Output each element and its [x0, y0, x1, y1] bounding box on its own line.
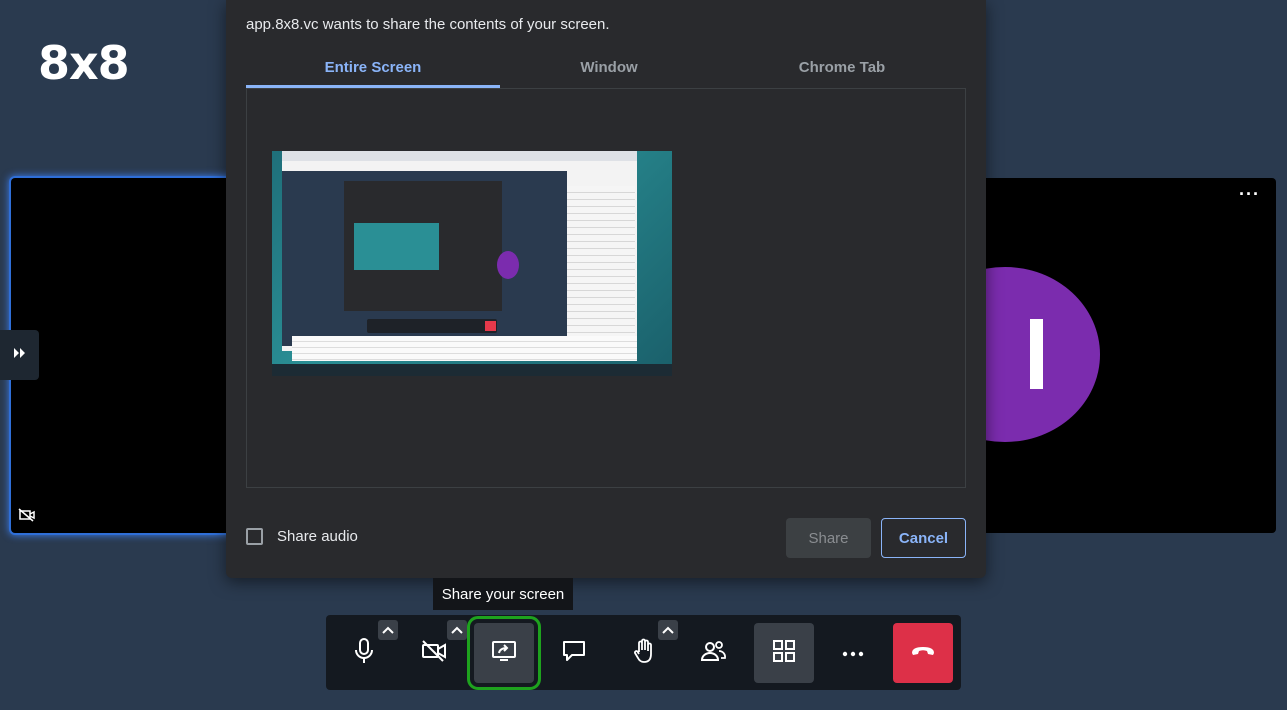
microphone-options-button[interactable]: [378, 620, 398, 640]
participants-icon: [700, 640, 727, 667]
chevron-up-icon: [382, 621, 394, 639]
participant-tile-remote[interactable]: ···: [960, 178, 1276, 533]
grid-icon: [772, 639, 796, 668]
screen-share-dialog: app.8x8.vc wants to share the contents o…: [226, 0, 986, 578]
phone-hangup-icon: [910, 644, 936, 662]
camera-options-button[interactable]: [447, 620, 467, 640]
reactions-options-button[interactable]: [658, 620, 678, 640]
camera-off-icon: [421, 639, 447, 667]
cancel-button[interactable]: Cancel: [881, 518, 966, 558]
microphone-icon: [353, 637, 375, 669]
call-toolbar: [326, 615, 961, 690]
brand-logo: 8x8: [38, 36, 130, 90]
chevron-up-icon: [451, 621, 463, 639]
hand-icon: [633, 638, 655, 669]
tile-view-button[interactable]: [754, 623, 814, 683]
filmstrip-toggle-button[interactable]: [0, 330, 39, 380]
participants-button[interactable]: [684, 623, 744, 683]
tooltip: Share your screen: [433, 578, 573, 610]
chat-button[interactable]: [544, 623, 604, 683]
source-preview-area: [246, 88, 966, 488]
screen-share-button[interactable]: [467, 616, 541, 690]
share-source-tabs: Entire Screen Window Chrome Tab: [246, 50, 966, 89]
share-button[interactable]: Share: [786, 518, 871, 558]
double-chevron-right-icon: [13, 346, 27, 364]
screen-thumbnail[interactable]: [272, 151, 672, 376]
tab-entire-screen[interactable]: Entire Screen: [246, 50, 500, 88]
camera-off-icon: [18, 508, 36, 527]
chat-icon: [562, 640, 586, 667]
participant-tile-local[interactable]: [11, 178, 241, 533]
tile-menu-button[interactable]: ···: [1239, 184, 1260, 205]
tab-window[interactable]: Window: [500, 50, 718, 88]
tab-chrome-tab[interactable]: Chrome Tab: [718, 50, 966, 88]
hangup-button[interactable]: [893, 623, 953, 683]
more-button[interactable]: [823, 623, 883, 683]
screen-share-icon: [492, 640, 516, 667]
chevron-up-icon: [662, 621, 674, 639]
share-audio-label: Share audio: [277, 528, 358, 545]
dialog-title: app.8x8.vc wants to share the contents o…: [246, 16, 610, 33]
share-audio-checkbox[interactable]: [246, 528, 263, 545]
more-icon: [842, 644, 864, 662]
share-audio-option[interactable]: Share audio: [246, 528, 358, 545]
